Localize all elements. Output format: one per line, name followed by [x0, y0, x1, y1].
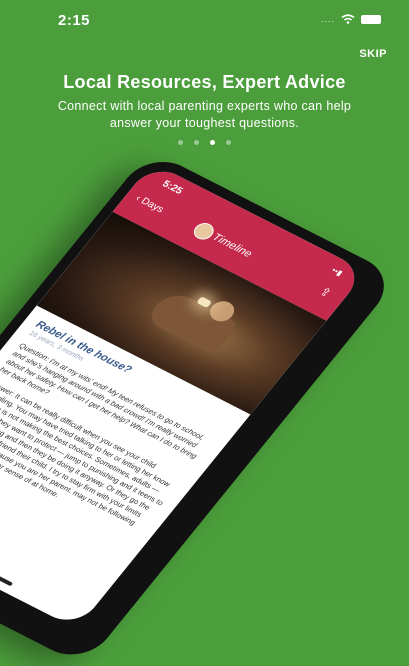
app-status: ••▮: [329, 265, 345, 278]
back-button[interactable]: ‹ Days: [133, 193, 166, 215]
share-icon[interactable]: ⇪: [317, 284, 335, 300]
phone-screen: 5:25 ••▮ ‹ Days Timeline ⇪ Rebel in the …: [0, 162, 367, 629]
back-label: Days: [138, 196, 166, 216]
phone-mockup-area: 5:25 ••▮ ‹ Days Timeline ⇪ Rebel in the …: [0, 0, 409, 666]
home-indicator: [0, 546, 14, 587]
app-title: Timeline: [209, 231, 255, 260]
phone-mockup: 5:25 ••▮ ‹ Days Timeline ⇪ Rebel in the …: [0, 150, 400, 666]
photo-person-body: [144, 288, 240, 356]
app-time: 5:25: [159, 178, 185, 197]
